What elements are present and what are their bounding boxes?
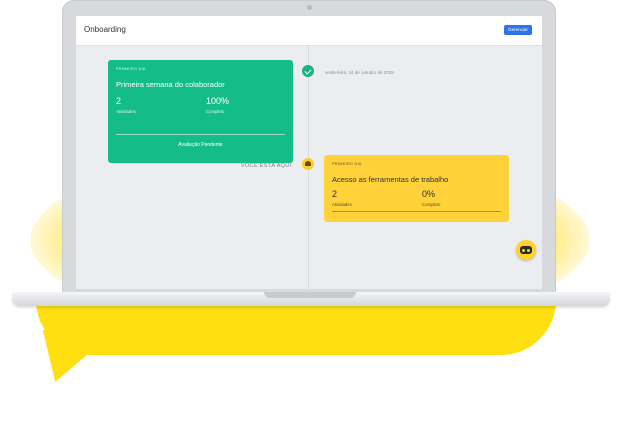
completion-percent: 100%	[206, 96, 230, 106]
card-title: Acesso as ferramentas de trabalho	[332, 175, 449, 184]
robot-assistant-icon[interactable]	[516, 240, 536, 260]
timeline-date: sexta-feira, 24 de outubro de 2025	[325, 70, 394, 75]
card-title: Primeira semana do colaborador	[116, 80, 225, 89]
current-position-label: VOCÊ ESTÁ AQUI	[241, 163, 292, 169]
completion-label: Completo	[206, 109, 225, 114]
page-title: Onboarding	[84, 25, 126, 34]
speech-bubble-tail	[37, 330, 116, 382]
onboarding-stage-card-first-week[interactable]: PRIMEIRO DIA Primeira semana do colabora…	[108, 60, 293, 163]
completion-percent: 0%	[422, 189, 436, 199]
manage-button[interactable]: Gerenciar	[504, 25, 532, 35]
card-divider	[332, 211, 501, 212]
card-tag: PRIMEIRO DIA	[116, 67, 146, 71]
card-tag: PRIMEIRO DIA	[332, 162, 362, 166]
completion-label: Completo	[422, 202, 441, 207]
webcam-icon	[307, 5, 312, 10]
laptop-base-notch	[264, 292, 356, 298]
activities-count: 2	[332, 189, 338, 199]
activities-count: 2	[116, 96, 122, 106]
speech-bubble-background	[36, 300, 556, 355]
laptop-screen: Onboarding Gerenciar sexta-feira, 24 de …	[76, 16, 542, 289]
activities-label: Atividades	[116, 109, 136, 114]
app-header: Onboarding Gerenciar	[76, 16, 542, 46]
activities-label: Atividades	[332, 202, 352, 207]
card-divider	[116, 134, 285, 135]
check-circle-icon	[302, 65, 314, 77]
bell-icon	[302, 158, 314, 170]
onboarding-stage-card-tools-access[interactable]: PRIMEIRO DIA Acesso as ferramentas de tr…	[324, 155, 509, 222]
evaluation-pending-link[interactable]: Avaliação Pendente	[108, 142, 293, 148]
